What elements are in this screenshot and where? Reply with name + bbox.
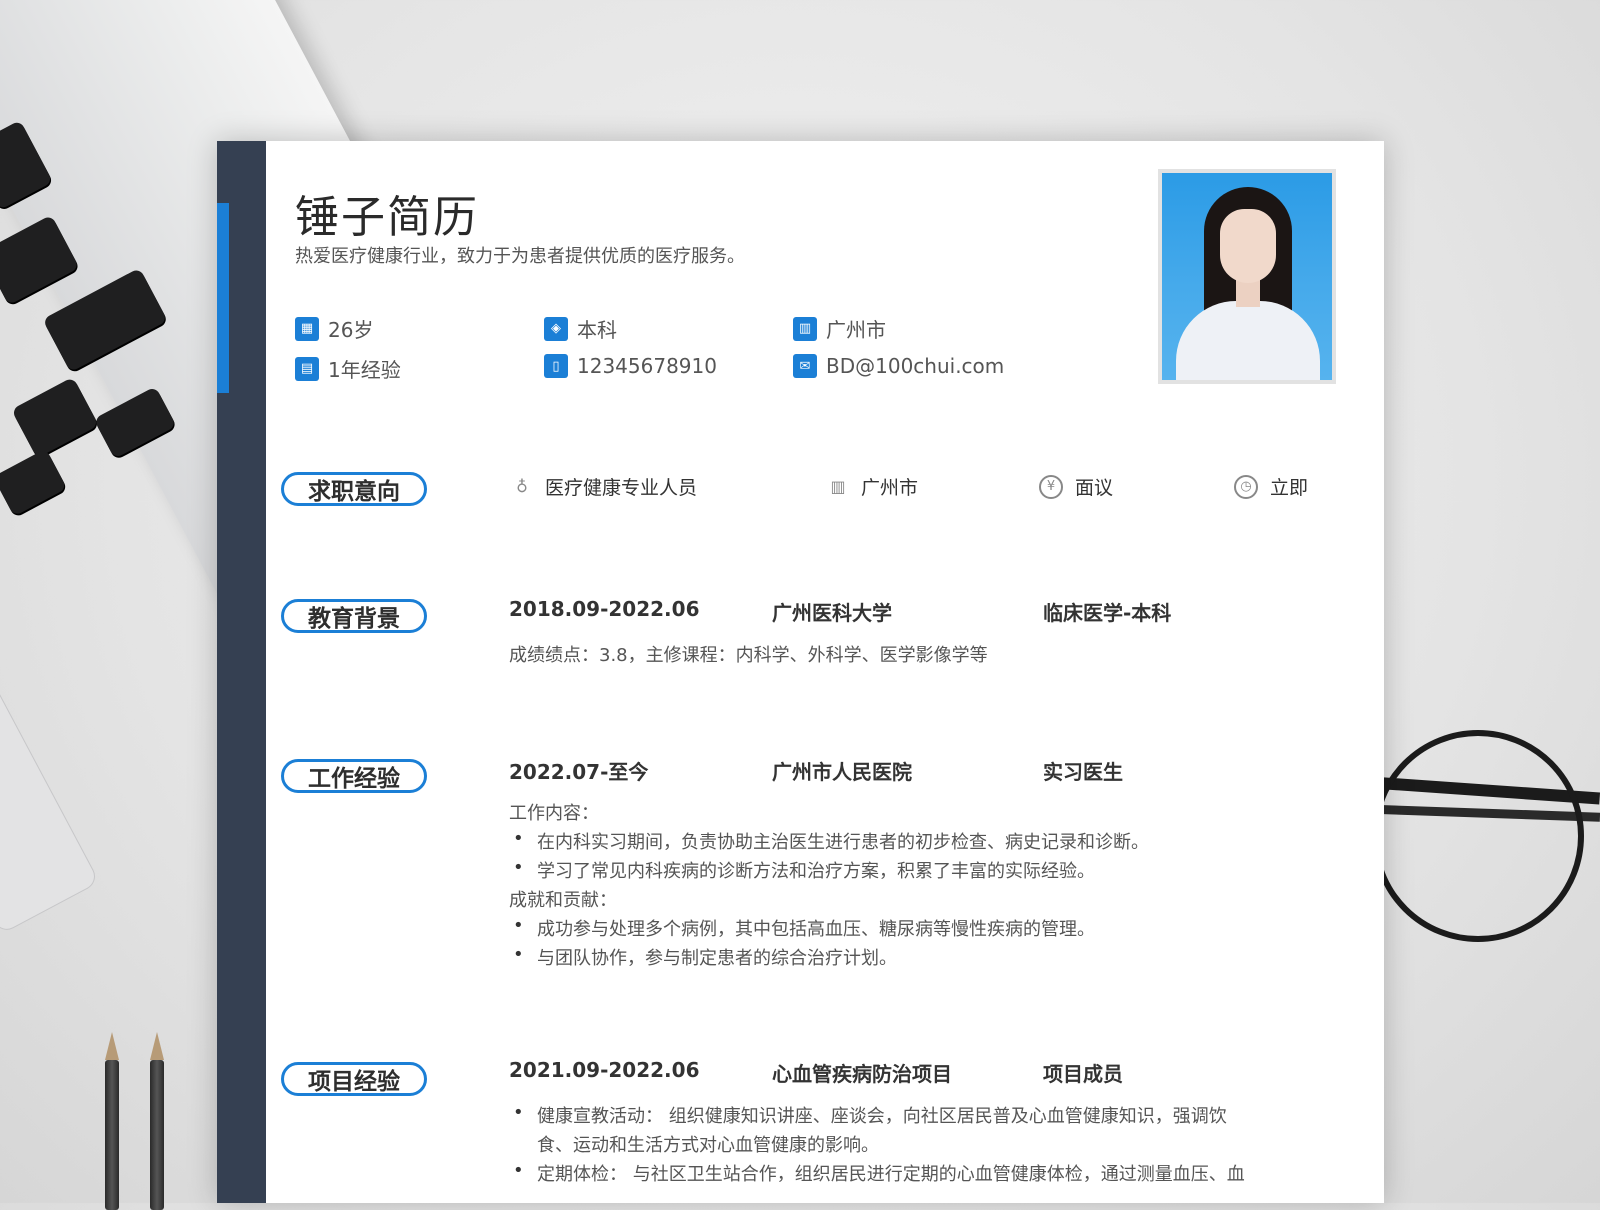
- building-icon: ▥: [793, 316, 817, 341]
- tie-icon: ♁: [516, 477, 528, 496]
- intent-availability: ◷ 立即: [1234, 473, 1308, 500]
- project-period: 2021.09-2022.06: [509, 1058, 700, 1082]
- clock-icon: ◷: [1234, 474, 1258, 499]
- info-phone-text: 12345678910: [577, 354, 717, 378]
- work-company: 广州市人民医院: [772, 760, 912, 784]
- info-experience: ▤ 1年经验: [295, 354, 401, 383]
- document-icon: ▤: [295, 356, 319, 381]
- building-outline-icon: ▥: [830, 477, 846, 496]
- work-content-item: 在内科实习期间，负责协助主治医生进行患者的初步检查、病史记录和诊断。: [509, 828, 1149, 854]
- work-achieve-item: 与团队协作，参与制定患者的综合治疗计划。: [509, 944, 897, 970]
- intent-city-text: 广州市: [861, 477, 919, 499]
- phone-icon: ▯: [544, 354, 568, 378]
- work-achieve-item: 成功参与处理多个病例，其中包括高血压、糖尿病等慢性疾病的管理。: [509, 915, 1095, 941]
- project-role: 项目成员: [1043, 1062, 1123, 1086]
- resume-name: 锤子简历: [295, 192, 479, 243]
- project-item: 定期体检： 与社区卫生站合作，组织居民进行定期的心血管健康体检，通过测量血压、血: [509, 1160, 1245, 1186]
- work-role: 实习医生: [1043, 760, 1123, 784]
- info-education: ◈ 本科: [544, 314, 617, 343]
- resume-tagline: 热爱医疗健康行业，致力于为患者提供优质的医疗服务。: [295, 246, 745, 267]
- info-age-text: 26岁: [328, 318, 374, 342]
- info-experience-text: 1年经验: [328, 358, 401, 382]
- intent-position: ♁ 医疗健康专业人员: [511, 473, 697, 500]
- info-city: ▥ 广州市: [793, 314, 886, 343]
- intent-position-text: 医疗健康专业人员: [545, 477, 698, 499]
- profile-photo: [1158, 169, 1336, 384]
- info-email-text: BD@100chui.com: [826, 354, 1005, 378]
- project-item-continued: 食、运动和生活方式对心血管健康的影响。: [537, 1135, 879, 1156]
- sidebar-accent: [217, 203, 229, 393]
- yen-icon: ¥: [1039, 474, 1063, 499]
- work-period: 2022.07-至今: [509, 760, 649, 784]
- info-email: ✉ BD@100chui.com: [793, 354, 1004, 378]
- project-item: 健康宣教活动： 组织健康知识讲座、座谈会，向社区居民普及心血管健康知识，强调饮: [509, 1102, 1227, 1128]
- intent-salary-text: 面议: [1075, 477, 1114, 499]
- info-city-text: 广州市: [826, 318, 886, 342]
- work-content-item: 学习了常见内科疾病的诊断方法和治疗方案，积累了丰富的实际经验。: [509, 857, 1095, 883]
- section-title-work: 工作经验: [281, 759, 427, 793]
- info-age: ▦ 26岁: [295, 314, 373, 343]
- education-period: 2018.09-2022.06: [509, 597, 700, 621]
- mail-icon: ✉: [793, 354, 817, 378]
- intent-salary: ¥ 面议: [1039, 473, 1113, 500]
- info-phone: ▯ 12345678910: [544, 354, 717, 378]
- section-title-project: 项目经验: [281, 1062, 427, 1096]
- resume-page: 锤子简历 热爱医疗健康行业，致力于为患者提供优质的医疗服务。 ▦ 26岁 ◈ 本…: [217, 141, 1384, 1203]
- pencil-right: [150, 1032, 164, 1210]
- pencil-left: [105, 1032, 119, 1210]
- project-name: 心血管疾病防治项目: [772, 1062, 952, 1086]
- glasses-lens: [1372, 730, 1584, 942]
- education-school: 广州医科大学: [772, 601, 892, 625]
- intent-availability-text: 立即: [1270, 477, 1309, 499]
- section-title-intent: 求职意向: [281, 472, 427, 506]
- intent-city: ▥ 广州市: [827, 473, 918, 500]
- education-major: 临床医学-本科: [1043, 601, 1172, 625]
- work-achieve-label: 成就和贡献：: [509, 890, 617, 911]
- laptop-touchpad: [0, 677, 100, 935]
- education-detail: 成绩绩点：3.8，主修课程：内科学、外科学、医学影像学等: [509, 645, 988, 666]
- keyboard-keys: [0, 60, 200, 517]
- section-title-education: 教育背景: [281, 599, 427, 633]
- calendar-icon: ▦: [295, 316, 319, 341]
- info-education-text: 本科: [577, 318, 617, 342]
- graduation-cap-icon: ◈: [544, 316, 568, 341]
- work-content-label: 工作内容：: [509, 803, 599, 824]
